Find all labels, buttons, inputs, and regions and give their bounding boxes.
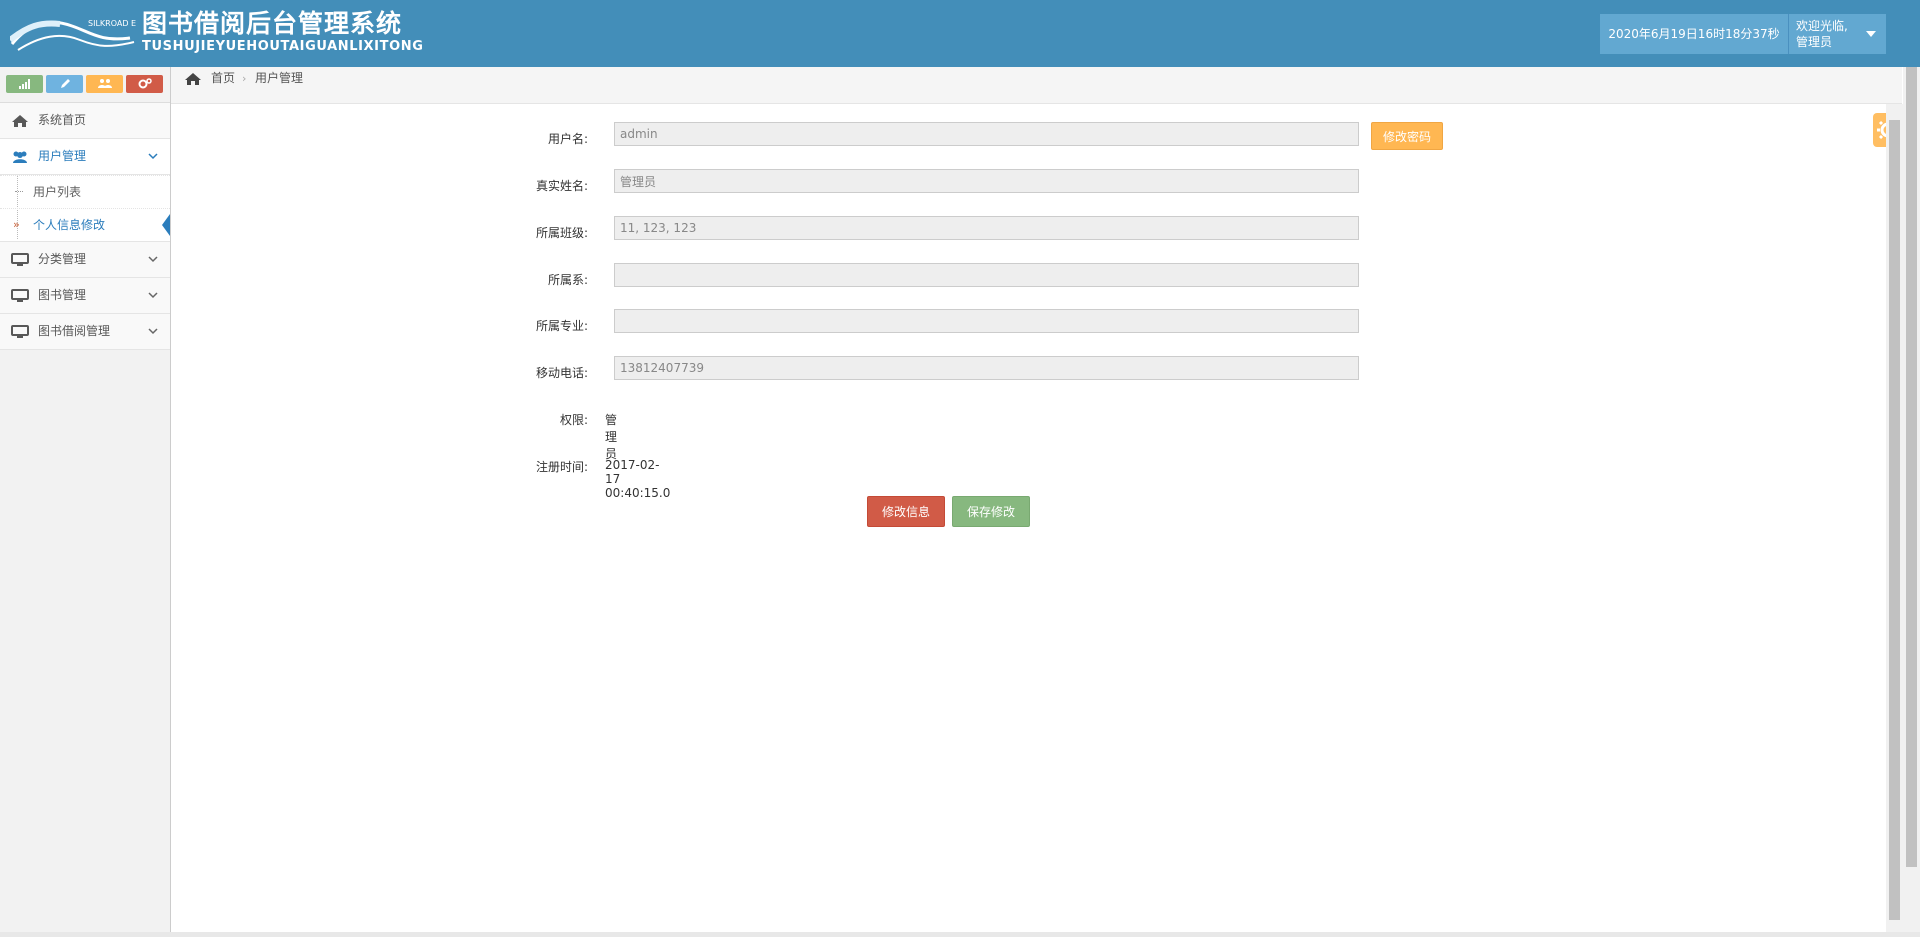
sidebar-item-category-management[interactable]: 分类管理 xyxy=(0,242,170,278)
sidebar: 系统首页 用户管理 用户列表 » 个人信息修改 分类管理 图书管理 图书借阅管理 xyxy=(0,67,171,933)
edit-info-button[interactable]: 修改信息 xyxy=(867,496,945,527)
cogs-icon xyxy=(138,78,152,89)
username-label: 用户名: xyxy=(547,132,588,146)
sidebar-item-user-management[interactable]: 用户管理 xyxy=(0,139,170,175)
breadcrumb-home-link[interactable]: 首页 xyxy=(211,67,235,90)
divider xyxy=(1788,14,1789,54)
signal-icon xyxy=(18,79,30,89)
major-label: 所属专业: xyxy=(535,319,588,333)
desktop-icon xyxy=(11,253,29,266)
realname-input[interactable] xyxy=(614,169,1359,193)
sidebar-item-dashboard[interactable]: 系统首页 xyxy=(0,103,170,139)
pencil-icon xyxy=(60,79,70,88)
home-icon xyxy=(185,73,201,85)
current-datetime: 2020年6月19日16时18分37秒 xyxy=(1608,27,1780,41)
caret-down-icon[interactable] xyxy=(1866,31,1876,37)
system-title-cn: 图书借阅后台管理系统 xyxy=(142,9,403,38)
sidebar-item-label: 系统首页 xyxy=(38,113,87,127)
shortcut-pencil-button[interactable] xyxy=(46,75,83,93)
wave-logo-icon: SILKROAD EDU xyxy=(8,19,148,51)
page-scrollbar-thumb[interactable] xyxy=(1906,67,1917,867)
profile-form: 用户名: 修改密码 真实姓名: 所属班级: 所属系: 所属专业: 移动电话: 权… xyxy=(171,104,1886,932)
shortcut-cogs-button[interactable] xyxy=(126,75,163,93)
chevron-down-icon xyxy=(148,256,158,263)
breadcrumb: 首页 › 用户管理 xyxy=(171,67,1902,104)
shortcut-signal-button[interactable] xyxy=(6,75,43,93)
top-navbar: SILKROAD EDU 图书借阅后台管理系统 TUSHUJIEYUEHOUTA… xyxy=(0,0,1920,67)
sidebar-subitem-profile-edit[interactable]: » 个人信息修改 xyxy=(0,208,170,241)
department-label: 所属系: xyxy=(547,273,588,287)
role-value: 管理员 xyxy=(605,413,618,461)
users-icon xyxy=(97,79,112,88)
horizontal-scrollbar[interactable] xyxy=(0,932,1920,937)
sidebar-subitem-user-list[interactable]: 用户列表 xyxy=(0,175,170,208)
sidebar-item-label: 分类管理 xyxy=(38,252,87,266)
active-indicator xyxy=(162,214,170,236)
shortcut-users-button[interactable] xyxy=(86,75,123,93)
regtime-label: 注册时间: xyxy=(535,460,588,474)
sidebar-item-label: 用户管理 xyxy=(38,149,87,163)
home-icon xyxy=(12,115,28,127)
sidebar-item-label: 图书借阅管理 xyxy=(38,324,111,338)
desktop-icon xyxy=(11,289,29,302)
desktop-icon xyxy=(11,325,29,338)
sidebar-item-book-management[interactable]: 图书管理 xyxy=(0,278,170,314)
welcome-greeting: 欢迎光临, xyxy=(1796,19,1848,33)
logo[interactable]: SILKROAD EDU xyxy=(8,12,148,54)
chevron-down-icon xyxy=(148,153,158,160)
class-label: 所属班级: xyxy=(535,226,588,240)
realname-label: 真实姓名: xyxy=(535,179,588,193)
department-input[interactable] xyxy=(614,263,1359,287)
chevron-down-icon xyxy=(148,292,158,299)
phone-label: 移动电话: xyxy=(535,366,588,380)
major-input[interactable] xyxy=(614,309,1359,333)
sidebar-subitem-label: 用户列表 xyxy=(33,185,82,199)
phone-input[interactable] xyxy=(614,356,1359,380)
sidebar-shortcuts xyxy=(0,67,170,103)
change-password-button[interactable]: 修改密码 xyxy=(1371,122,1443,150)
breadcrumb-separator-icon: › xyxy=(242,72,247,85)
welcome-username: 管理员 xyxy=(1796,35,1833,49)
sidebar-subitem-label: 个人信息修改 xyxy=(33,218,106,232)
double-angle-right-icon: » xyxy=(13,218,20,231)
save-changes-button[interactable]: 保存修改 xyxy=(952,496,1030,527)
system-title: 图书借阅后台管理系统 TUSHUJIEYUEHOUTAIGUANLIXITONG xyxy=(142,9,424,55)
class-input[interactable] xyxy=(614,216,1359,240)
sidebar-item-label: 图书管理 xyxy=(38,288,87,302)
chevron-down-icon xyxy=(148,328,158,335)
username-input[interactable] xyxy=(614,122,1359,146)
user-info-box: 2020年6月19日16时18分37秒 欢迎光临, 管理员 xyxy=(1600,14,1886,54)
svg-text:SILKROAD EDU: SILKROAD EDU xyxy=(88,19,136,28)
users-icon xyxy=(13,151,27,163)
welcome-text: 欢迎光临, 管理员 xyxy=(1796,18,1848,50)
user-submenu: 用户列表 » 个人信息修改 xyxy=(0,175,170,242)
system-title-pinyin: TUSHUJIEYUEHOUTAIGUANLIXITONG xyxy=(142,39,424,54)
regtime-value: 2017-02-17 00:40:15.0 xyxy=(605,458,671,500)
tree-dash xyxy=(15,191,23,192)
role-label: 权限: xyxy=(559,413,588,427)
sidebar-item-borrow-management[interactable]: 图书借阅管理 xyxy=(0,314,170,350)
breadcrumb-current: 用户管理 xyxy=(255,71,304,85)
content-scrollbar-thumb[interactable] xyxy=(1889,120,1900,920)
